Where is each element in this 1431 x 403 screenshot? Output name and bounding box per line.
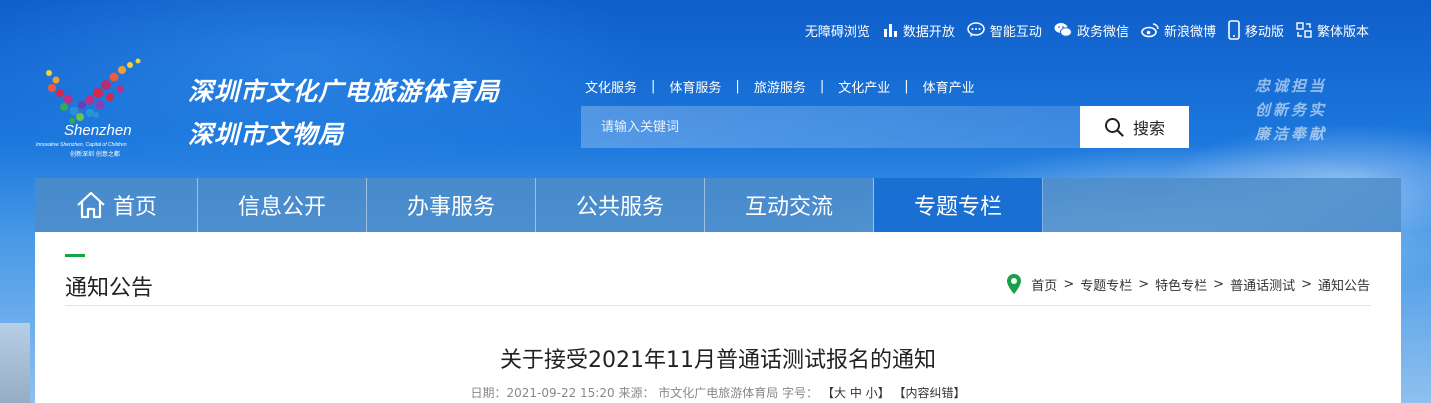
breadcrumb-separator: > <box>1213 276 1225 292</box>
breadcrumb-notices[interactable]: 通知公告 <box>1318 275 1370 294</box>
category-sports-industry[interactable]: 体育产业 <box>923 77 975 96</box>
fontsize-label: 字号： <box>782 386 819 400</box>
slogan-line: 创新务实 <box>1255 101 1328 119</box>
content-correction-link[interactable]: 【内容纠错】 <box>894 386 966 400</box>
date-label: 日期： <box>470 386 507 400</box>
site-name-line2: 深圳市文物局 <box>188 120 345 149</box>
category-tourism-services[interactable]: 旅游服务 <box>754 77 806 96</box>
sina-weibo-link[interactable]: 新浪微博 <box>1141 21 1216 40</box>
logo-mark-subtitle: Innovative Shenzhen, Capital of Children <box>36 142 127 148</box>
slogan-line: 廉洁奉献 <box>1255 125 1328 143</box>
city-skyline-decoration <box>0 323 30 403</box>
search-bar: 搜索 <box>581 106 1189 148</box>
breadcrumb: 首页 > 专题专栏 > 特色专栏 > 普通话测试 > 通知公告 <box>1006 273 1370 295</box>
search-button[interactable]: 搜索 <box>1080 106 1189 148</box>
traditional-chinese-link[interactable]: 繁体版本 <box>1296 21 1369 40</box>
main-nav: 首页 信息公开 办事服务 公共服务 互动交流 专题专栏 <box>35 178 1401 232</box>
category-separator: | <box>735 79 740 94</box>
site-name[interactable]: 深圳市文化广电旅游体育局 深圳市文物局 <box>188 70 500 156</box>
nav-special-topics[interactable]: 专题专栏 <box>874 178 1043 232</box>
nav-label: 公共服务 <box>575 195 664 220</box>
section-title-accent <box>65 254 85 257</box>
breadcrumb-separator: > <box>1063 276 1075 292</box>
accessibility-link[interactable]: 无障碍浏览 <box>805 21 870 40</box>
location-pin-icon <box>1007 274 1022 294</box>
category-sports-services[interactable]: 体育服务 <box>669 77 721 96</box>
smart-interaction-link-label: 智能互动 <box>989 24 1042 40</box>
search-button-label: 搜索 <box>1132 119 1165 138</box>
breadcrumb-special-topics[interactable]: 专题专栏 <box>1080 275 1132 294</box>
article-title: 关于接受2021年11月普通话测试报名的通知 <box>500 348 936 373</box>
fontsize-large-button[interactable]: 大 <box>834 386 846 400</box>
bar-chart-icon <box>883 24 897 37</box>
category-culture-services[interactable]: 文化服务 <box>585 77 637 96</box>
sina-weibo-link-label: 新浪微博 <box>1163 24 1216 40</box>
home-icon <box>77 191 105 219</box>
accessibility-link-label: 无障碍浏览 <box>804 24 870 40</box>
mobile-version-link-label: 移动版 <box>1244 24 1284 40</box>
nav-government-services[interactable]: 办事服务 <box>367 178 536 232</box>
content-panel: 通知公告 首页 > 专题专栏 > 特色专栏 > 普通话测试 > 通知公告 关于接… <box>35 232 1401 403</box>
slogan: 忠诚担当 创新务实 廉洁奉献 <box>1255 74 1327 146</box>
weibo-icon <box>1141 23 1159 38</box>
logo-mark-word: Shenzhen <box>64 122 132 139</box>
gov-wechat-link-label: 政务微信 <box>1076 24 1129 40</box>
nav-information-disclosure[interactable]: 信息公开 <box>198 178 367 232</box>
top-utility-links: 无障碍浏览 数据开放 智能互动 政务微信 新浪微博 移动版 繁体版本 <box>805 20 1369 40</box>
breadcrumb-featured-column[interactable]: 特色专栏 <box>1155 275 1207 294</box>
wechat-icon <box>1054 23 1072 37</box>
source-label: 来源： <box>618 386 655 400</box>
category-separator: | <box>904 79 909 94</box>
nav-home[interactable]: 首页 <box>35 178 198 232</box>
traditional-icon <box>1296 22 1312 38</box>
section-title: 通知公告 <box>65 276 154 301</box>
category-separator: | <box>819 79 825 94</box>
nav-label: 专题专栏 <box>913 195 1002 220</box>
search-icon <box>1104 118 1124 137</box>
section-divider <box>65 305 1371 306</box>
mobile-version-link[interactable]: 移动版 <box>1228 20 1284 40</box>
logo-mark-chinese: 创新深圳 创意之都 <box>70 150 120 158</box>
site-name-line1: 深圳市文化广电旅游体育局 <box>188 77 501 106</box>
breadcrumb-separator: > <box>1138 276 1150 292</box>
fontsize-bracket-open: 【 <box>821 386 834 400</box>
chat-bubble-icon <box>967 22 985 37</box>
gov-wechat-link[interactable]: 政务微信 <box>1054 21 1129 40</box>
shenzhen-logo-icon: Shenzhen Innovative Shenzhen, Capital of… <box>36 58 141 158</box>
fontsize-small-button[interactable]: 小 <box>866 386 878 400</box>
category-separator: | <box>651 79 656 94</box>
nav-label: 办事服务 <box>406 195 495 220</box>
mobile-icon <box>1228 20 1240 40</box>
nav-label: 信息公开 <box>237 195 326 220</box>
breadcrumb-mandarin-test[interactable]: 普通话测试 <box>1230 275 1295 294</box>
article-meta: 日期：2021-09-22 15:20 来源： 市文化广电旅游体育局 字号： 【… <box>35 384 1401 401</box>
nav-home-label: 首页 <box>112 195 157 220</box>
nav-public-services[interactable]: 公共服务 <box>536 178 705 232</box>
category-cultural-industry[interactable]: 文化产业 <box>838 77 890 96</box>
category-nav: 文化服务 | 体育服务 | 旅游服务 | 文化产业 | 体育产业 <box>585 77 975 96</box>
fontsize-bracket-close: 】 <box>877 386 890 400</box>
search-input[interactable] <box>581 106 1080 148</box>
breadcrumb-home[interactable]: 首页 <box>1031 275 1057 294</box>
open-data-link[interactable]: 数据开放 <box>882 21 955 40</box>
article-date: 2021-09-22 15:20 <box>506 386 615 400</box>
traditional-chinese-link-label: 繁体版本 <box>1316 24 1369 40</box>
article-source: 市文化广电旅游体育局 <box>658 386 779 400</box>
nav-label: 互动交流 <box>744 195 833 220</box>
open-data-link-label: 数据开放 <box>902 24 955 40</box>
fontsize-medium-button[interactable]: 中 <box>850 386 862 400</box>
nav-interaction[interactable]: 互动交流 <box>705 178 874 232</box>
slogan-line: 忠诚担当 <box>1255 77 1328 95</box>
breadcrumb-separator: > <box>1301 276 1312 292</box>
smart-interaction-link[interactable]: 智能互动 <box>967 21 1042 40</box>
